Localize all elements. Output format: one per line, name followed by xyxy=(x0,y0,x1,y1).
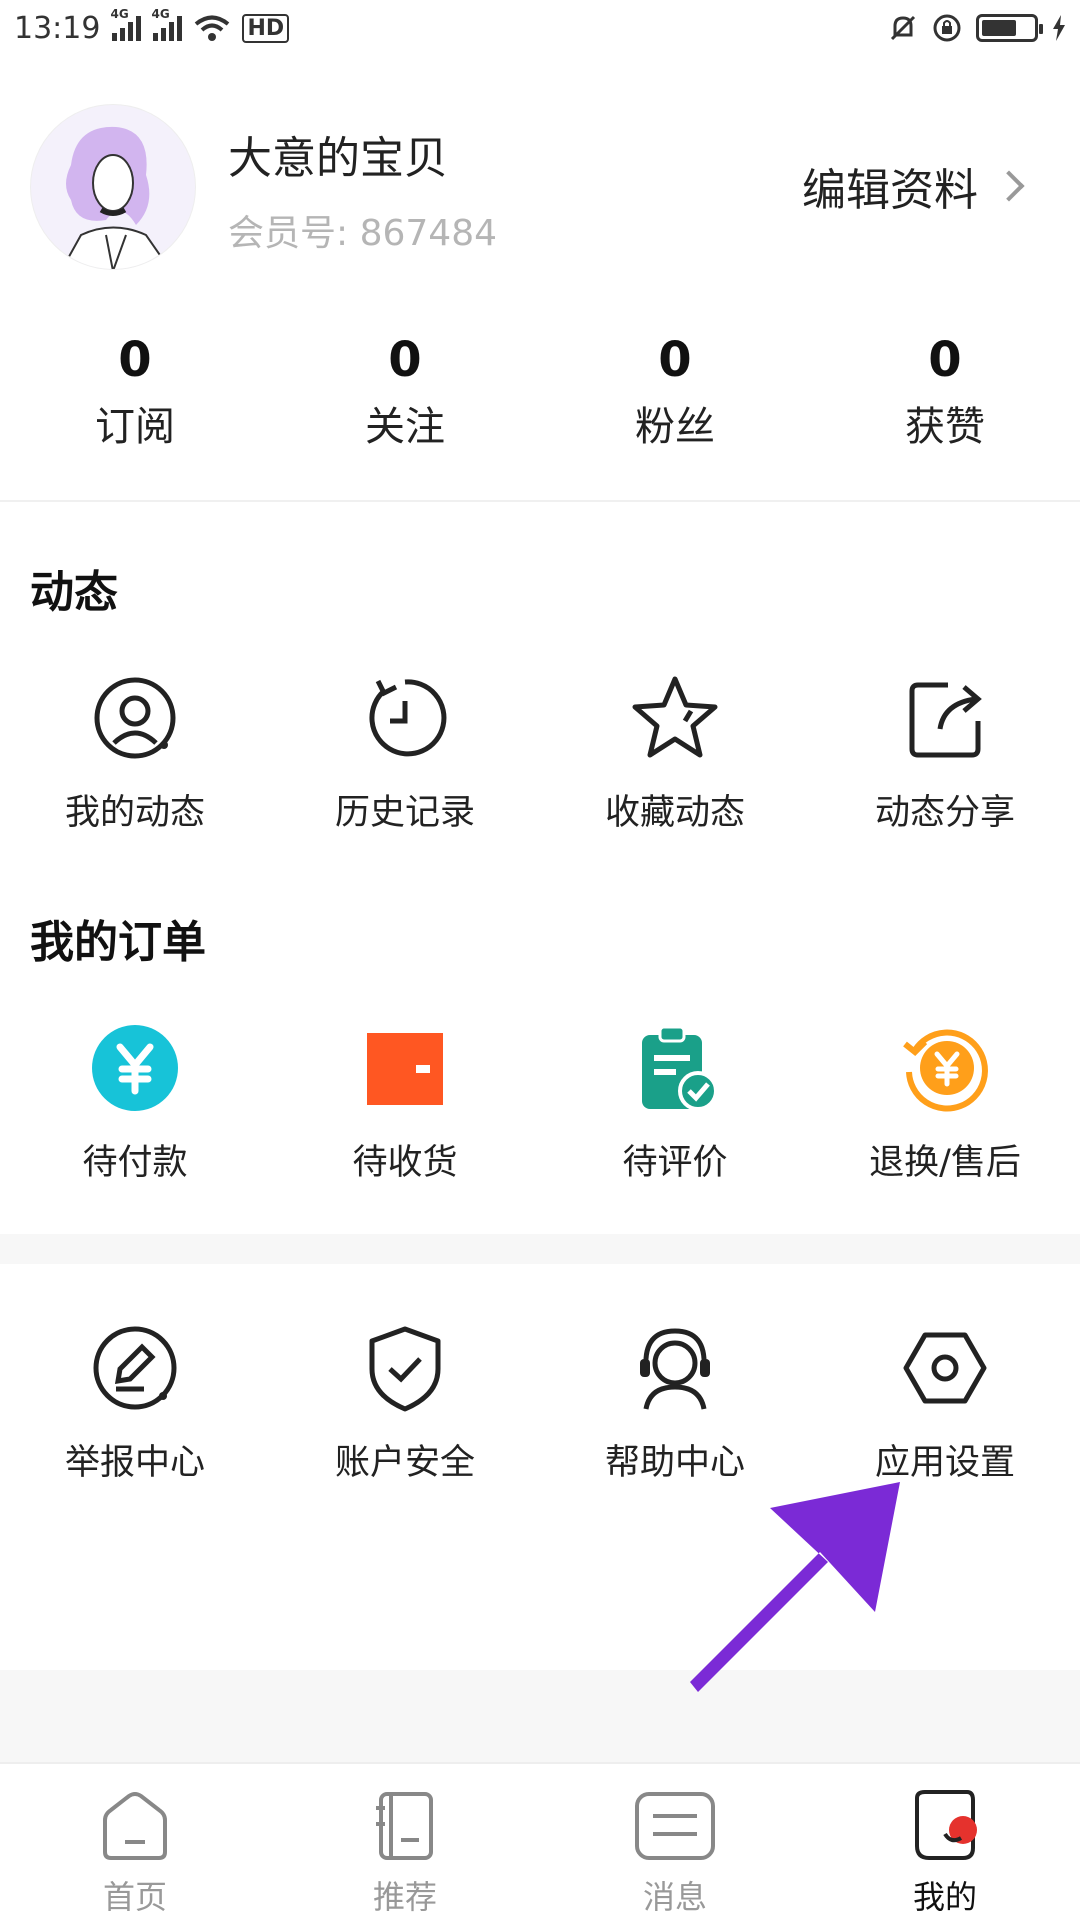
orders-grid: 待付款 待收货 待评价 退换/售后 xyxy=(0,1020,1080,1185)
section-title-orders: 我的订单 xyxy=(30,917,206,968)
tab-messages-label: 消息 xyxy=(642,1878,707,1916)
share-dynamics-button[interactable]: 动态分享 xyxy=(810,670,1080,835)
tab-home[interactable]: 首页 xyxy=(0,1764,270,1920)
section-title-dynamics: 动态 xyxy=(30,567,118,618)
clipboard-check-icon xyxy=(627,1020,723,1116)
profile-header: 大意的宝贝 会员号: 867484 编辑资料 xyxy=(0,100,1080,270)
stat-label: 订阅 xyxy=(95,404,175,450)
member-id: 会员号: 867484 xyxy=(228,204,497,256)
my-dynamics-button[interactable]: 我的动态 xyxy=(0,670,270,835)
tab-messages[interactable]: 消息 xyxy=(540,1764,810,1920)
history-clock-icon xyxy=(357,670,453,766)
stat-likes[interactable]: 0 获赞 xyxy=(810,330,1080,452)
stat-fans[interactable]: 0 粉丝 xyxy=(540,330,810,452)
hexagon-settings-icon xyxy=(897,1320,993,1416)
my-dynamics-label: 我的动态 xyxy=(64,793,205,833)
mute-bell-icon xyxy=(890,15,916,41)
report-center-button[interactable]: 举报中心 xyxy=(0,1320,270,1485)
profile-icon xyxy=(900,1784,990,1868)
yen-circle-icon xyxy=(87,1020,183,1116)
share-icon xyxy=(897,670,993,766)
favorite-dynamics-label: 收藏动态 xyxy=(604,793,745,833)
wallet-icon xyxy=(357,1020,453,1116)
history-button[interactable]: 历史记录 xyxy=(270,670,540,835)
pending-review-label: 待评价 xyxy=(622,1143,728,1183)
app-settings-label: 应用设置 xyxy=(874,1443,1015,1483)
stat-value: 0 xyxy=(658,332,692,388)
tab-mine-label: 我的 xyxy=(912,1878,977,1916)
hd-icon: HD xyxy=(242,13,290,43)
edit-profile-label: 编辑资料 xyxy=(802,165,978,216)
rotation-lock-icon xyxy=(933,14,961,42)
dynamics-grid: 我的动态 历史记录 收藏动态 动态分享 xyxy=(0,670,1080,835)
cell-signal-icon-2: 4G xyxy=(151,7,183,41)
services-grid: 举报中心 账户安全 帮助中心 应用设置 xyxy=(0,1320,1080,1485)
help-center-button[interactable]: 帮助中心 xyxy=(540,1320,810,1485)
pending-payment-button[interactable]: 待付款 xyxy=(0,1020,270,1185)
avatar[interactable] xyxy=(30,104,196,270)
favorite-dynamics-button[interactable]: 收藏动态 xyxy=(540,670,810,835)
notebook-icon xyxy=(360,1784,450,1868)
pending-receipt-button[interactable]: 待收货 xyxy=(270,1020,540,1185)
stat-value: 0 xyxy=(118,332,152,388)
divider xyxy=(0,500,1080,502)
message-icon xyxy=(630,1784,720,1868)
shield-check-icon xyxy=(357,1320,453,1416)
status-time: 13:19 xyxy=(14,10,101,46)
tab-home-label: 首页 xyxy=(102,1878,167,1916)
stat-label: 粉丝 xyxy=(635,404,715,450)
stat-label: 获赞 xyxy=(905,404,985,450)
chevron-right-icon xyxy=(993,170,1025,202)
user-circle-icon xyxy=(87,670,183,766)
stat-label: 关注 xyxy=(365,404,445,450)
pending-receipt-label: 待收货 xyxy=(352,1143,458,1183)
tab-mine[interactable]: 我的 xyxy=(810,1764,1080,1920)
status-bar: 13:19 4G 4G HD xyxy=(0,0,1080,56)
help-center-label: 帮助中心 xyxy=(604,1443,745,1483)
refund-aftersales-label: 退换/售后 xyxy=(869,1143,1021,1183)
account-security-button[interactable]: 账户安全 xyxy=(270,1320,540,1485)
cell-signal-icon: 4G xyxy=(110,7,142,41)
refund-yen-icon xyxy=(897,1020,993,1116)
history-label: 历史记录 xyxy=(334,793,475,833)
battery-icon xyxy=(976,14,1043,42)
pending-payment-label: 待付款 xyxy=(82,1143,188,1183)
wifi-icon xyxy=(195,15,230,41)
report-pen-icon xyxy=(87,1320,183,1416)
stat-subscriptions[interactable]: 0 订阅 xyxy=(0,330,270,452)
headset-icon xyxy=(627,1320,723,1416)
stat-value: 0 xyxy=(928,332,962,388)
section-separator xyxy=(0,1234,1080,1264)
tab-recommend[interactable]: 推荐 xyxy=(270,1764,540,1920)
member-id-value: 867484 xyxy=(359,213,498,254)
stats-row: 0 订阅 0 关注 0 粉丝 0 获赞 xyxy=(0,330,1080,452)
charging-icon xyxy=(1053,15,1065,41)
share-dynamics-label: 动态分享 xyxy=(874,793,1015,833)
member-id-label: 会员号: xyxy=(228,213,349,254)
stat-following[interactable]: 0 关注 xyxy=(270,330,540,452)
star-icon xyxy=(627,670,723,766)
pending-review-button[interactable]: 待评价 xyxy=(540,1020,810,1185)
bottom-spacer xyxy=(0,1670,1080,1762)
edit-profile-button[interactable]: 编辑资料 xyxy=(802,154,1025,218)
report-center-label: 举报中心 xyxy=(64,1443,205,1483)
tab-recommend-label: 推荐 xyxy=(372,1878,437,1916)
app-settings-button[interactable]: 应用设置 xyxy=(810,1320,1080,1485)
refund-aftersales-button[interactable]: 退换/售后 xyxy=(810,1020,1080,1185)
bottom-tab-bar: 首页 推荐 消息 我的 xyxy=(0,1762,1080,1920)
stat-value: 0 xyxy=(388,332,422,388)
username: 大意的宝贝 xyxy=(228,133,448,184)
home-icon xyxy=(90,1784,180,1868)
account-security-label: 账户安全 xyxy=(334,1443,475,1483)
